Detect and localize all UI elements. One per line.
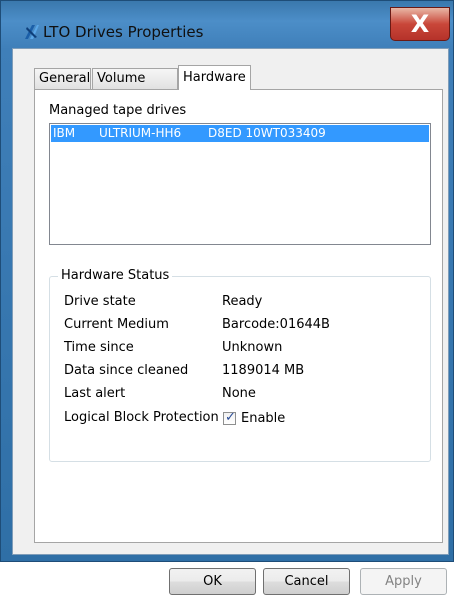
hardware-tab-panel: Managed tape drives IBM ULTRIUM-HH6 D8ED… (34, 89, 443, 543)
managed-drives-list[interactable]: IBM ULTRIUM-HH6 D8ED 10WT033409 (49, 123, 431, 245)
title-bar[interactable]: LTO Drives Properties X (1, 1, 453, 49)
time-since-value: Unknown (222, 340, 283, 355)
properties-window: LTO Drives Properties X General Volume S… (0, 0, 454, 595)
app-logo-icon (25, 25, 39, 39)
time-since-label: Time since (64, 340, 134, 355)
ok-button[interactable]: OK (169, 568, 256, 595)
logical-block-protection-label: Logical Block Protection (64, 410, 219, 425)
cancel-button[interactable]: Cancel (263, 568, 350, 595)
dialog-client-area: General Volume Sets Hardware Managed tap… (12, 48, 449, 595)
current-medium-value: Barcode:01644B (222, 317, 330, 332)
managed-drives-label: Managed tape drives (49, 103, 187, 118)
drive-vendor: IBM (53, 126, 76, 140)
tab-general[interactable]: General (34, 68, 91, 89)
hardware-status-group: Hardware Status Drive state Ready Curren… (49, 268, 431, 462)
data-since-cleaned-value: 1189014 MB (222, 363, 305, 378)
drive-serial: D8ED 10WT033409 (208, 126, 326, 140)
tab-volume-sets[interactable]: Volume Sets (92, 68, 178, 106)
tab-hardware[interactable]: Hardware (178, 65, 251, 90)
drive-state-value: Ready (222, 294, 263, 309)
enable-checkbox[interactable]: ✓ (223, 410, 236, 425)
hardware-status-title: Hardware Status (58, 268, 173, 284)
drive-model: ULTRIUM-HH6 (99, 126, 182, 140)
drive-state-label: Drive state (64, 294, 136, 309)
last-alert-value: None (222, 386, 256, 401)
checkmark-icon: ✓ (225, 410, 236, 425)
data-since-cleaned-label: Data since cleaned (64, 363, 189, 378)
last-alert-label: Last alert (64, 386, 126, 401)
close-button[interactable]: X (390, 7, 450, 41)
apply-button[interactable]: Apply (360, 568, 447, 595)
drive-list-item[interactable]: IBM ULTRIUM-HH6 D8ED 10WT033409 (51, 125, 429, 142)
enable-checkbox-label[interactable]: Enable (241, 411, 285, 427)
current-medium-label: Current Medium (64, 317, 169, 332)
window-title: LTO Drives Properties (43, 23, 204, 41)
